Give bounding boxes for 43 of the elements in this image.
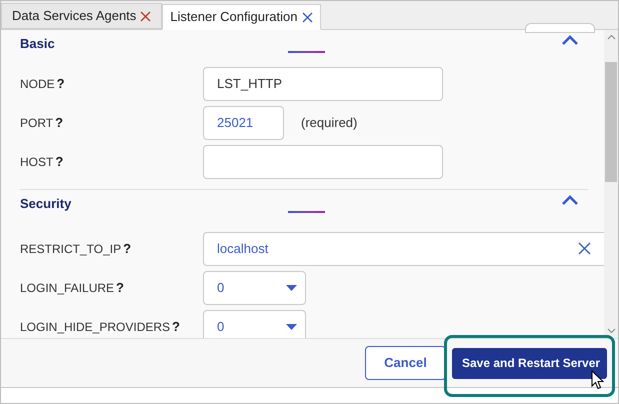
section-underline	[288, 51, 325, 53]
help-mark[interactable]: ?	[56, 74, 65, 94]
field-note: (required)	[301, 114, 358, 132]
field-label: HOST	[20, 154, 54, 170]
section-title: Security	[20, 195, 72, 213]
chevron-icon[interactable]	[561, 195, 579, 206]
help-mark[interactable]: ?	[172, 316, 180, 336]
clear-icon[interactable]	[578, 242, 591, 255]
section-title: Basic	[20, 35, 55, 53]
field-value: 0	[217, 278, 224, 297]
caret-icon	[286, 284, 297, 290]
close-icon[interactable]	[140, 10, 152, 22]
close-icon[interactable]	[302, 12, 312, 22]
field-value: localhost	[217, 240, 268, 258]
input-field[interactable]	[203, 144, 443, 178]
input-field[interactable]: 25021	[203, 106, 284, 140]
field-label: LOGIN_FAILURE	[20, 280, 114, 296]
field-label: LOGIN_HIDE_PROVIDERS	[20, 318, 170, 336]
help-mark[interactable]: ?	[55, 152, 64, 172]
scrollbar[interactable]	[604, 30, 618, 338]
scroll-down-icon[interactable]	[606, 328, 616, 334]
field-label: RESTRICT_TO_IP	[20, 240, 122, 258]
scroll-up-icon[interactable]	[606, 34, 616, 40]
caret-icon	[286, 324, 297, 330]
input-field[interactable]: LST_HTTP	[203, 66, 443, 100]
field-value: 25021	[217, 114, 254, 132]
scrollbar-thumb[interactable]	[605, 62, 617, 182]
help-mark[interactable]: ?	[116, 278, 124, 298]
cancel-button[interactable]: Cancel	[365, 346, 446, 380]
help-mark[interactable]: ?	[55, 112, 64, 132]
field-label: PORT	[20, 114, 54, 132]
dropdown[interactable]: 0	[203, 310, 306, 338]
field-value: LST_HTTP	[217, 74, 282, 93]
input-field[interactable]: localhost	[203, 232, 604, 266]
section-underline	[288, 211, 325, 213]
field-label: NODE	[20, 76, 55, 92]
chevron-icon[interactable]	[561, 35, 579, 46]
save-button[interactable]: Save and Restart Server	[452, 348, 607, 378]
help-mark[interactable]: ?	[123, 238, 132, 258]
dropdown[interactable]: 0	[203, 270, 306, 304]
tab[interactable]: Listener Configuration	[162, 4, 320, 30]
field-value: 0	[217, 318, 224, 336]
tab[interactable]: Data Services Agents	[1, 3, 162, 29]
